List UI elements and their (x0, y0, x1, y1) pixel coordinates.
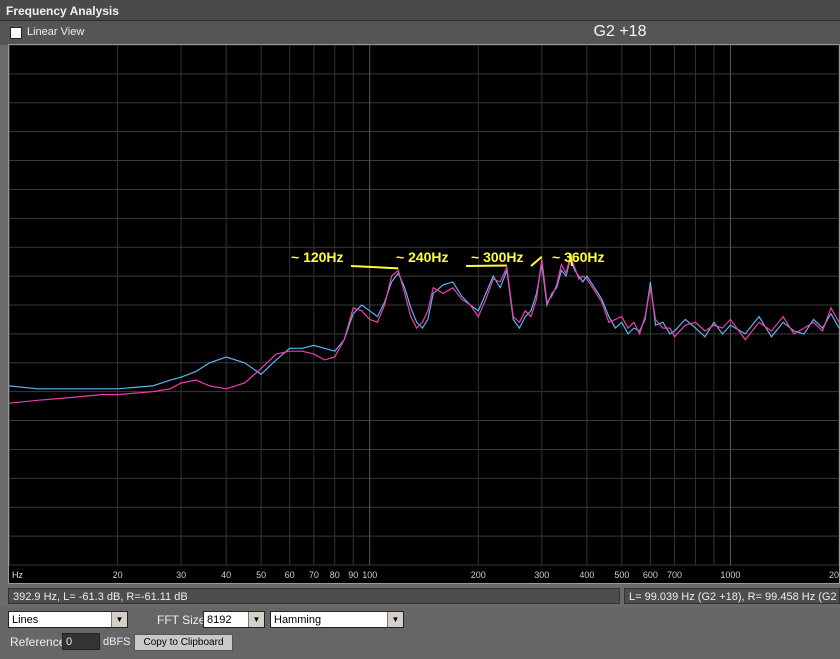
x-tick-label: 70 (309, 570, 319, 580)
window-title: Frequency Analysis (6, 4, 119, 18)
x-tick-label: 2000 (829, 570, 839, 580)
spectrum-plot[interactable]: Hz 20 30 40 50 60 70 80 90 100 200 300 400 500 600 700 1… (8, 44, 840, 584)
display-mode-value: Lines (12, 614, 39, 626)
chart-title: G2 +18 (593, 23, 647, 40)
spectrum-series-1 (9, 256, 839, 390)
x-tick-label: 300 (534, 570, 549, 580)
reference-input[interactable]: 0 (62, 633, 100, 650)
x-tick-label: 50 (256, 570, 266, 580)
peak-readout: L= 99.039 Hz (G2 +18), R= 99.458 Hz (G2 … (624, 588, 840, 604)
x-tick-label: 90 (348, 570, 358, 580)
x-tick-label: 600 (643, 570, 658, 580)
linear-view-label[interactable]: Linear View (27, 26, 84, 38)
x-tick-label: 100 (362, 570, 377, 580)
x-tick-label: 500 (614, 570, 629, 580)
x-tick-label: 80 (330, 570, 340, 580)
annotation-label: ~ 240Hz (396, 249, 449, 265)
annotation-leader (350, 265, 399, 270)
x-tick-label: 30 (176, 570, 186, 580)
x-tick-label: 700 (667, 570, 682, 580)
display-mode-select[interactable]: Lines ▼ (8, 611, 128, 628)
reference-label: Reference (10, 635, 66, 649)
cursor-readout: 392.9 Hz, L= -61.3 dB, R=-61.11 dB (8, 588, 620, 604)
copy-to-clipboard-button[interactable]: Copy to Clipboard (134, 634, 233, 651)
annotation-label: ~ 120Hz (291, 249, 344, 265)
x-tick-label: 1000 (720, 570, 740, 580)
fft-size-select[interactable]: 8192 ▼ (203, 611, 265, 628)
window-titlebar: Frequency Analysis (0, 0, 840, 21)
spectrum-svg: Hz 20 30 40 50 60 70 80 90 100 200 300 400 500 600 700 1… (9, 45, 839, 580)
grid-lines (9, 45, 839, 566)
chevron-down-icon[interactable]: ▼ (111, 612, 127, 627)
x-tick-label: 20 (113, 570, 123, 580)
annotation-leader (530, 256, 543, 267)
window-function-select[interactable]: Hamming ▼ (270, 611, 404, 628)
x-tick-labels: Hz 20 30 40 50 60 70 80 90 100 200 300 400 500 600 700 1… (12, 570, 839, 580)
fft-size-label: FFT Size (157, 613, 206, 627)
x-tick-label: 200 (471, 570, 486, 580)
fft-size-value: 8192 (207, 614, 232, 626)
spectrum-series-2 (9, 253, 839, 404)
x-tick-label: 40 (221, 570, 231, 580)
chevron-down-icon[interactable]: ▼ (387, 612, 403, 627)
window-function-value: Hamming (274, 614, 322, 626)
series-lines (9, 253, 839, 404)
x-tick-label: 60 (285, 570, 295, 580)
linear-view-checkbox[interactable] (10, 27, 22, 39)
plot-header (0, 21, 840, 45)
x-unit-label: Hz (12, 570, 23, 580)
x-tick-label: 400 (579, 570, 594, 580)
chevron-down-icon[interactable]: ▼ (248, 612, 264, 627)
annotation-label: ~ 300Hz (471, 249, 524, 265)
annotation-leader (465, 264, 507, 267)
reference-unit: dBFS (103, 636, 131, 648)
annotation-label: ~ 360Hz (552, 249, 605, 265)
annotations: ~ 120Hz ~ 240Hz ~ 300Hz ~ 360Hz (291, 249, 605, 270)
